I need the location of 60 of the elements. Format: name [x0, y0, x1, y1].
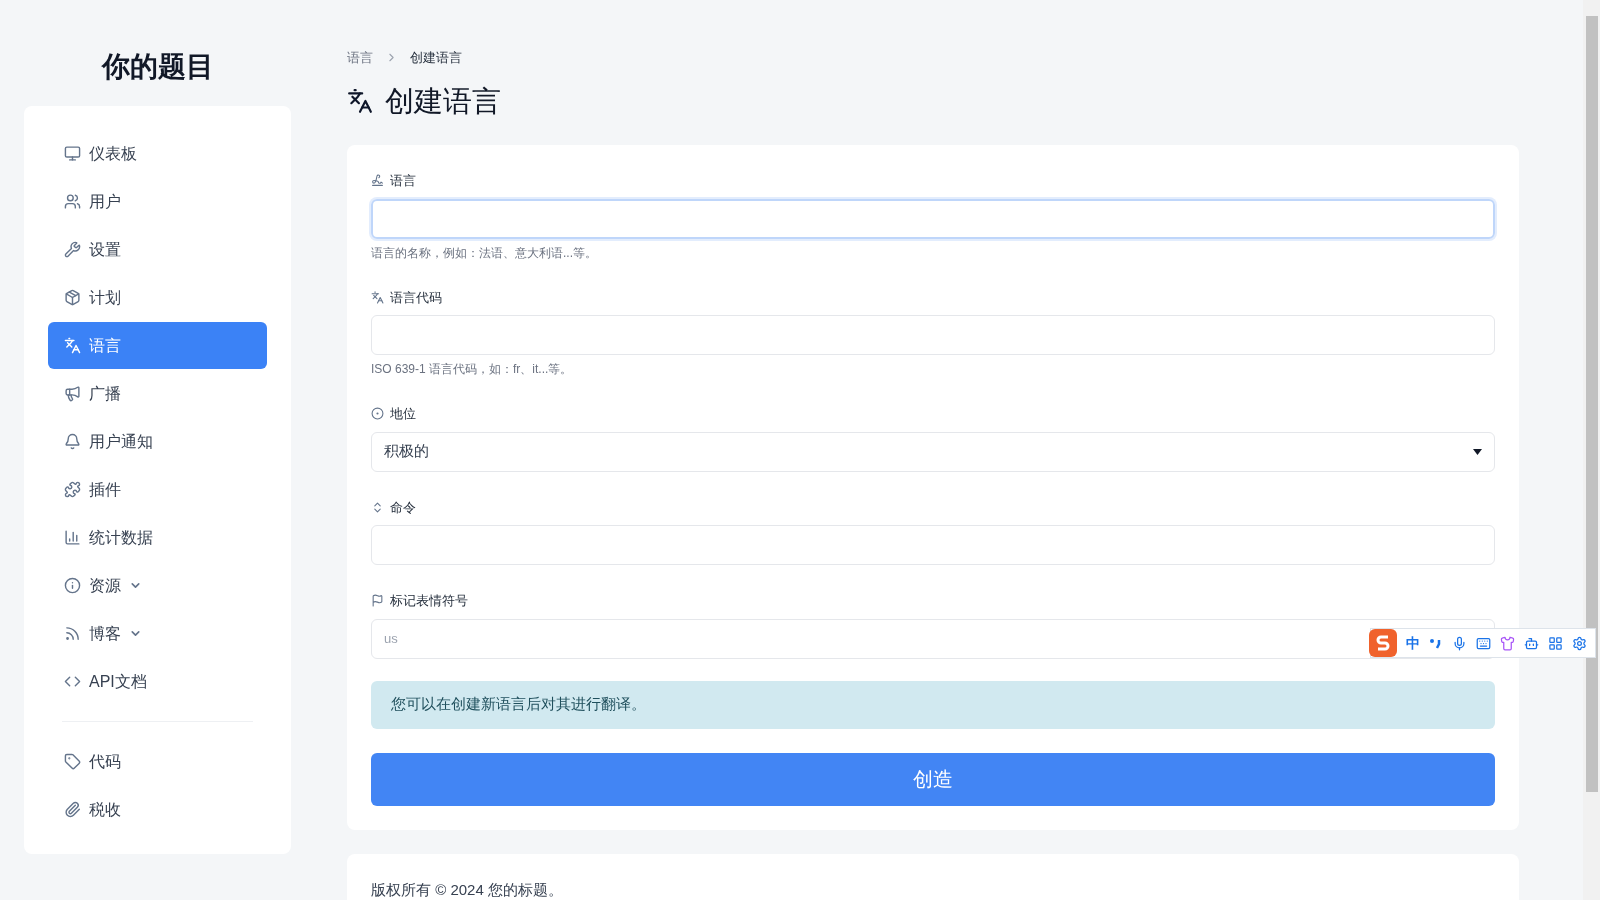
sidebar-item[interactable]: 计划 — [48, 274, 267, 321]
robot-icon[interactable] — [1524, 635, 1539, 651]
rss-icon — [64, 625, 81, 642]
paperclip-icon — [64, 801, 81, 818]
help-text: 语言的名称，例如：法语、意大利语...等。 — [371, 244, 598, 262]
sort-icon — [371, 500, 384, 514]
bar-chart-icon — [64, 529, 81, 546]
sidebar-item[interactable]: 资源 — [48, 562, 267, 609]
sidebar-item[interactable]: 用户 — [48, 178, 267, 225]
keyboard-icon[interactable] — [1476, 635, 1491, 651]
breadcrumb-item[interactable]: 语言 — [347, 48, 373, 68]
shirt-icon[interactable] — [1500, 635, 1515, 651]
punctuation-icon[interactable] — [1429, 637, 1443, 649]
sidebar-item[interactable]: 统计数据 — [48, 514, 267, 561]
help-text: ISO 639-1 语言代码，如：fr、it...等。 — [371, 361, 574, 378]
monitor-icon — [64, 145, 81, 162]
input-field[interactable] — [371, 525, 1495, 565]
info-alert: 您可以在创建新语言后对其进行翻译。 — [371, 680, 1495, 729]
field-label: 标记表情符号 — [390, 592, 468, 610]
select-field[interactable]: 积极的 — [371, 431, 1495, 472]
input-field[interactable] — [371, 315, 1495, 355]
page-title: 创建语言 — [385, 83, 501, 119]
users-icon — [64, 193, 81, 210]
input-field[interactable] — [371, 198, 1495, 239]
bell-icon — [64, 433, 81, 450]
translate-icon — [347, 88, 373, 115]
translate-icon — [371, 290, 384, 304]
sidebar-item[interactable]: 仪表板 — [48, 130, 267, 177]
field-label: 语言 — [390, 172, 416, 190]
box-icon — [64, 289, 81, 306]
flag-icon — [371, 594, 384, 608]
copyright-text: 版权所有 © 2024 您的标题。 — [371, 880, 563, 898]
sidebar-item[interactable]: API文档 — [48, 658, 267, 705]
create-button[interactable]: 创造 — [371, 752, 1495, 806]
sidebar-item[interactable]: 插件 — [48, 466, 267, 513]
translate-icon — [64, 337, 81, 354]
sidebar-item[interactable]: 博客 — [48, 610, 267, 657]
caret-icon — [1473, 448, 1482, 455]
wrench-icon — [64, 241, 81, 258]
ime-mode[interactable]: 中 — [1406, 632, 1420, 654]
grid-icon[interactable] — [1548, 635, 1563, 651]
breadcrumb-item: 创建语言 — [410, 49, 462, 67]
radio-icon — [371, 407, 384, 421]
brand-title: 你的题目 — [100, 50, 215, 84]
signature-icon — [371, 174, 384, 188]
sidebar-item[interactable]: 税收 — [48, 786, 267, 833]
field-label: 语言代码 — [390, 288, 442, 307]
settings-icon[interactable] — [1572, 635, 1587, 651]
sidebar-item[interactable]: 语言 — [48, 322, 267, 369]
sidebar-item[interactable]: 用户通知 — [48, 418, 267, 465]
field-label: 命令 — [390, 498, 416, 517]
info-icon — [64, 577, 81, 594]
microphone-icon[interactable] — [1452, 635, 1467, 651]
puzzle-icon — [64, 481, 81, 498]
sidebar-item[interactable]: 设置 — [48, 226, 267, 273]
tag-icon — [64, 753, 81, 770]
field-label: 地位 — [390, 405, 416, 423]
megaphone-icon — [64, 385, 81, 402]
sidebar-item[interactable]: 广播 — [48, 370, 267, 417]
sidebar-item[interactable]: 代码 — [48, 738, 267, 785]
